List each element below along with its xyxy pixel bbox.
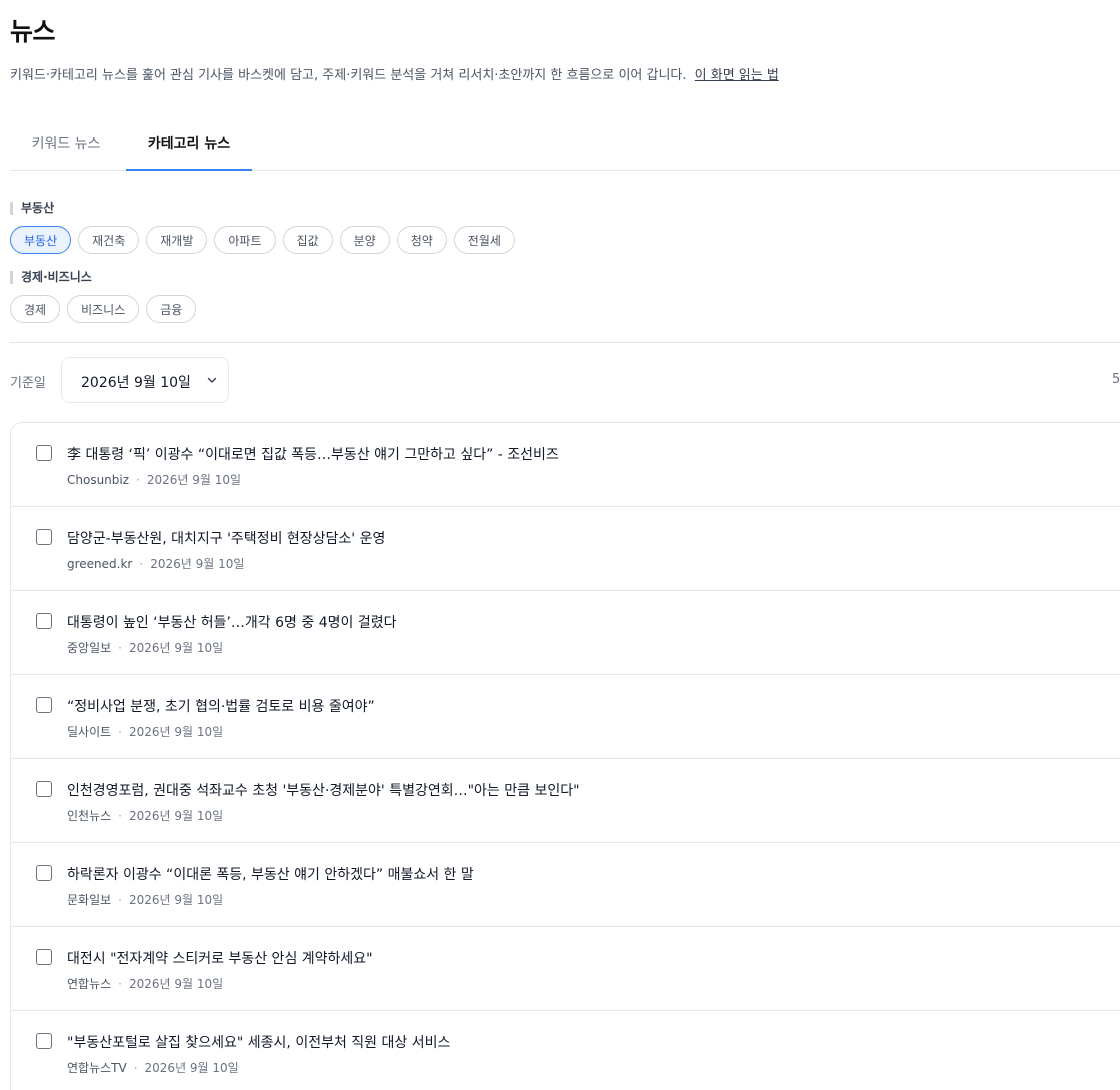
article-title[interactable]: 인천경영포럼, 권대중 석좌교수 초청 '부동산·경제분야' 특별강연회…"아는… <box>67 780 580 800</box>
page-title: 뉴스 <box>10 17 56 46</box>
article-checkbox[interactable] <box>36 445 52 461</box>
category-chip-house-price[interactable]: 집값 <box>282 226 333 254</box>
category-group-label-economy: 경제·비즈니스 <box>10 271 92 284</box>
chevron-down-icon <box>207 377 217 383</box>
article-title[interactable]: 하락론자 이광수 “이대론 폭등, 부동산 얘기 안하겠다” 매불쇼서 한 말 <box>67 864 474 884</box>
date-filter-label: 기준일 <box>10 376 46 391</box>
category-chip-subscription[interactable]: 청약 <box>396 226 447 254</box>
date-select-value: 2026년 9월 10일 <box>81 375 191 391</box>
article-title[interactable]: 李 대통령 ‘픽’ 이광수 “이대로면 집값 폭등…부동산 얘기 그만하고 싶다… <box>67 444 559 464</box>
news-page: 뉴스 키워드·카테고리 뉴스를 훑어 관심 기사를 바스켓에 담고, 주제·키워… <box>0 0 1120 1090</box>
category-chip-business[interactable]: 비즈니스 <box>67 295 140 323</box>
category-chip-rent[interactable]: 전월세 <box>453 226 515 254</box>
tab-keyword-news[interactable]: 키워드 뉴스 <box>10 120 122 169</box>
meta-separator: · <box>133 1061 138 1075</box>
article-meta: greened.kr · 2026년 9월 10일 <box>67 555 244 572</box>
how-to-read-link[interactable]: 이 화면 읽는 법 <box>695 68 779 83</box>
article-source: Chosunbiz <box>67 473 130 487</box>
article-source: 딜사이트 <box>67 725 112 739</box>
category-chip-apartment[interactable]: 아파트 <box>214 226 276 254</box>
article-checkbox[interactable] <box>36 529 52 545</box>
article-source: 연합뉴스TV <box>67 1061 127 1075</box>
description-text: 키워드·카테고리 뉴스를 훑어 관심 기사를 바스켓에 담고, 주제·키워드 분… <box>10 68 687 83</box>
chip-row-economy: 경제 비즈니스 금융 <box>10 295 197 323</box>
article-meta: 연합뉴스 · 2026년 9월 10일 <box>67 975 223 992</box>
meta-separator: · <box>118 893 122 907</box>
article-meta: 중앙일보 · 2026년 9월 10일 <box>67 639 223 656</box>
article-row[interactable]: 李 대통령 ‘픽’ 이광수 “이대로면 집값 폭등…부동산 얘기 그만하고 싶다… <box>11 423 1120 507</box>
article-row[interactable]: “정비사업 분쟁, 초기 협의·법률 검토로 비용 줄여야” 딜사이트 · 2026… <box>11 675 1120 759</box>
article-date: 2026년 9월 10일 <box>146 473 242 487</box>
article-source: 중앙일보 <box>67 641 112 655</box>
article-meta: 문화일보 · 2026년 9월 10일 <box>67 891 223 908</box>
article-date: 2026년 9월 10일 <box>129 809 224 823</box>
article-checkbox[interactable] <box>36 697 52 713</box>
category-chip-finance[interactable]: 금융 <box>146 295 197 323</box>
article-checkbox[interactable] <box>36 613 52 629</box>
chip-row-realestate: 부동산 재건축 재개발 아파트 집값 분양 청약 전월세 <box>10 226 515 254</box>
article-checkbox[interactable] <box>36 865 52 881</box>
article-row[interactable]: 하락론자 이광수 “이대론 폭등, 부동산 얘기 안하겠다” 매불쇼서 한 말 … <box>11 843 1120 927</box>
article-checkbox[interactable] <box>36 781 52 797</box>
category-chip-redevelopment[interactable]: 재개발 <box>146 226 208 254</box>
article-title[interactable]: 담양군-부동산원, 대치지구 '주택정비 현장상담소' 운영 <box>67 528 385 548</box>
article-source: 인천뉴스 <box>67 809 112 823</box>
category-chip-presale[interactable]: 분양 <box>339 226 390 254</box>
section-divider <box>10 342 1120 343</box>
category-chip-economy[interactable]: 경제 <box>10 295 61 323</box>
article-title[interactable]: 대전시 "전자계약 스티커로 부동산 안심 계약하세요" <box>67 948 373 968</box>
article-date: 2026년 9월 10일 <box>150 557 245 571</box>
news-tabs: 키워드 뉴스 카테고리 뉴스 <box>10 120 1120 171</box>
category-group-label-realestate: 부동산 <box>10 202 54 215</box>
article-checkbox[interactable] <box>36 949 52 965</box>
article-source: greened.kr <box>67 557 133 571</box>
meta-separator: · <box>118 977 122 991</box>
meta-separator: · <box>118 809 122 823</box>
meta-separator: · <box>118 725 122 739</box>
article-date: 2026년 9월 10일 <box>129 725 224 739</box>
article-checkbox[interactable] <box>36 1033 52 1049</box>
article-source: 연합뉴스 <box>67 977 112 991</box>
article-meta: 딜사이트 · 2026년 9월 10일 <box>67 723 223 740</box>
article-date: 2026년 9월 10일 <box>129 893 224 907</box>
article-meta: 인천뉴스 · 2026년 9월 10일 <box>67 807 223 824</box>
article-row[interactable]: 대전시 "전자계약 스티커로 부동산 안심 계약하세요" 연합뉴스 · 2026년 … <box>11 927 1120 1011</box>
article-source: 문화일보 <box>67 893 112 907</box>
category-chip-realestate[interactable]: 부동산 <box>10 226 72 254</box>
article-list: 李 대통령 ‘픽’ 이광수 “이대로면 집값 폭등…부동산 얘기 그만하고 싶다… <box>10 422 1120 1090</box>
meta-separator: · <box>139 557 144 571</box>
category-chip-reconstruction[interactable]: 재건축 <box>78 226 140 254</box>
article-date: 2026년 9월 10일 <box>129 977 224 991</box>
article-meta: 연합뉴스TV · 2026년 9월 10일 <box>67 1059 239 1076</box>
result-count: 5 <box>1112 372 1120 387</box>
article-row[interactable]: 인천경영포럼, 권대중 석좌교수 초청 '부동산·경제분야' 특별강연회…"아는… <box>11 759 1120 843</box>
article-meta: Chosunbiz · 2026년 9월 10일 <box>67 471 241 488</box>
article-row[interactable]: 대통령이 높인 ‘부동산 허들’…개각 6명 중 4명이 걸렸다 중앙일보 · 20… <box>11 591 1120 675</box>
article-title[interactable]: "부동산포털로 살집 찾으세요" 세종시, 이전부처 직원 대상 서비스 <box>67 1032 450 1052</box>
date-select[interactable]: 2026년 9월 10일 <box>61 357 229 403</box>
article-date: 2026년 9월 10일 <box>144 1061 239 1075</box>
article-title[interactable]: “정비사업 분쟁, 초기 협의·법률 검토로 비용 줄여야” <box>67 696 375 716</box>
article-date: 2026년 9월 10일 <box>129 641 224 655</box>
meta-separator: · <box>136 473 140 487</box>
meta-separator: · <box>118 641 122 655</box>
article-row[interactable]: 담양군-부동산원, 대치지구 '주택정비 현장상담소' 운영 greened.k… <box>11 507 1120 591</box>
tab-category-news[interactable]: 카테고리 뉴스 <box>126 120 252 171</box>
article-row[interactable]: "부동산포털로 살집 찾으세요" 세종시, 이전부처 직원 대상 서비스 연합뉴… <box>11 1011 1120 1090</box>
page-description: 키워드·카테고리 뉴스를 훑어 관심 기사를 바스켓에 담고, 주제·키워드 분… <box>10 64 779 83</box>
article-title[interactable]: 대통령이 높인 ‘부동산 허들’…개각 6명 중 4명이 걸렸다 <box>67 612 396 632</box>
